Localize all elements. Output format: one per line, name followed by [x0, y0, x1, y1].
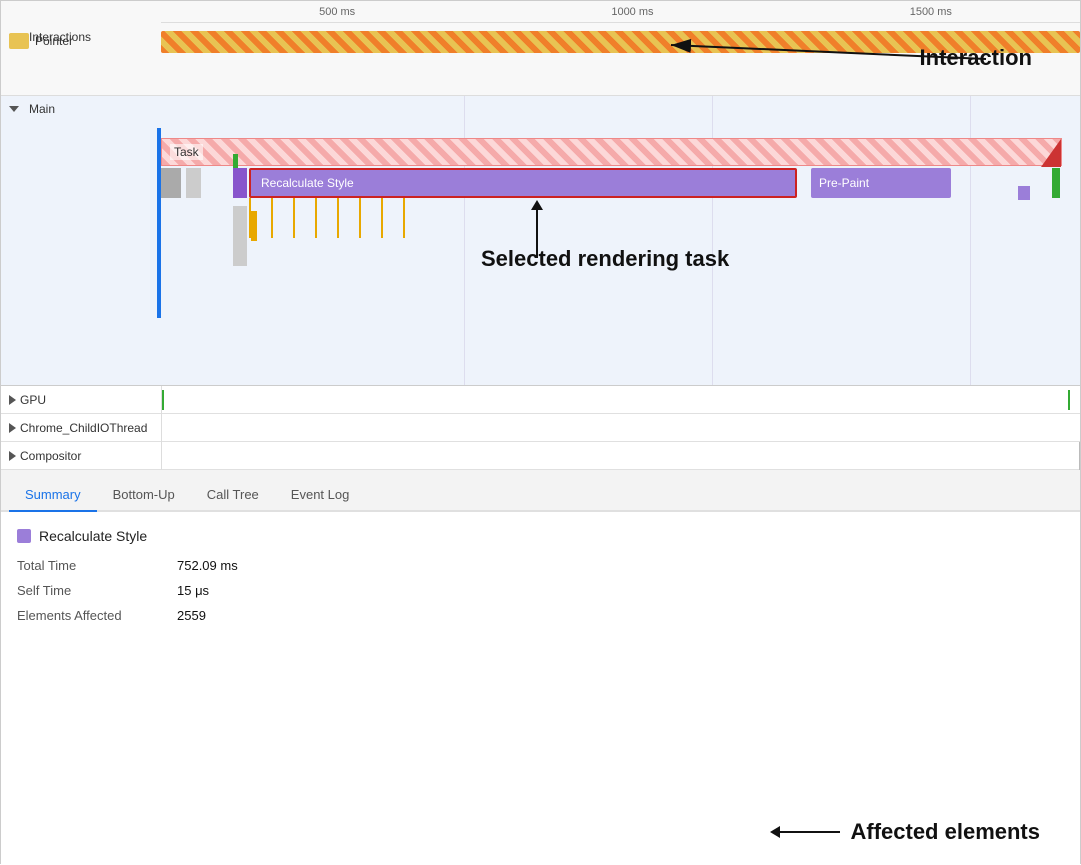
- tab-summary[interactable]: Summary: [9, 479, 97, 512]
- gpu-track-row: GPU: [1, 386, 1080, 414]
- yellow-lines-group: [249, 198, 799, 248]
- elements-affected-row: Elements Affected 2559 Affected elements: [17, 608, 1064, 623]
- small-green-block: [233, 154, 238, 168]
- elements-affected-label: Elements Affected: [17, 608, 177, 623]
- gpu-track-label: GPU: [1, 393, 161, 407]
- affected-annotation-text: Affected elements: [850, 819, 1040, 845]
- left-orange-block: [251, 211, 257, 241]
- total-time-label: Total Time: [17, 558, 177, 573]
- compositor-track-row: Compositor: [1, 442, 1080, 470]
- right-green-block: [1052, 168, 1060, 198]
- interactions-section: 500 ms 1000 ms 1500 ms Interactions Poin…: [1, 1, 1080, 96]
- y-line-8: [403, 198, 405, 238]
- elements-affected-value: 2559: [177, 608, 206, 623]
- y-line-3: [293, 198, 295, 238]
- chrome-child-track-row: Chrome_ChildIOThread: [1, 414, 1080, 442]
- small-gray-block-2: [186, 168, 201, 198]
- tab-call-tree[interactable]: Call Tree: [191, 479, 275, 512]
- main-header: Main: [1, 96, 1080, 122]
- summary-panel: Recalculate Style Total Time 752.09 ms S…: [1, 512, 1080, 865]
- recalculate-label: Recalculate Style: [261, 176, 354, 190]
- gpu-expand-icon[interactable]: [9, 395, 16, 405]
- task-label: Task: [170, 144, 203, 160]
- prepaint-bar[interactable]: Pre-Paint: [811, 168, 951, 198]
- pointer-label: Pointer: [35, 34, 73, 48]
- tab-bottom-up[interactable]: Bottom-Up: [97, 479, 191, 512]
- y-line-6: [359, 198, 361, 238]
- affected-arrow-head: [770, 826, 780, 838]
- self-time-label: Self Time: [17, 583, 177, 598]
- task-bar[interactable]: Task: [161, 138, 1062, 166]
- prepaint-label: Pre-Paint: [819, 176, 869, 190]
- self-time-row: Self Time 15 μs: [17, 583, 1064, 598]
- tab-event-log[interactable]: Event Log: [275, 479, 366, 512]
- affected-arrow: [770, 826, 840, 838]
- right-purple-block: [1018, 186, 1030, 200]
- small-gray-block-1: [161, 168, 181, 198]
- ruler-mark-1500: 1500 ms: [910, 6, 952, 18]
- compositor-label: Compositor: [20, 449, 81, 463]
- main-label: Main: [29, 102, 55, 116]
- chrome-child-timeline: [161, 414, 1080, 442]
- chrome-child-track-label: Chrome_ChildIOThread: [1, 421, 161, 435]
- arrow-up-head: [531, 200, 543, 210]
- gpu-label: GPU: [20, 393, 46, 407]
- left-small-gray-block: [233, 206, 247, 266]
- small-purple-block: [233, 168, 247, 198]
- tabs-bar: Summary Bottom-Up Call Tree Event Log: [1, 470, 1080, 512]
- compositor-timeline: [161, 442, 1080, 470]
- main-section: Main Task Recalculate Style Pre-Paint Se…: [1, 96, 1080, 386]
- recalculate-style-bar[interactable]: Recalculate Style: [249, 168, 797, 198]
- selected-rendering-annotation: Selected rendering task: [481, 246, 729, 272]
- y-line-5: [337, 198, 339, 238]
- main-collapse-icon[interactable]: [9, 106, 19, 112]
- total-time-value: 752.09 ms: [177, 558, 238, 573]
- compositor-track-label: Compositor: [1, 449, 161, 463]
- summary-title: Recalculate Style: [17, 528, 1064, 544]
- compositor-expand-icon[interactable]: [9, 451, 16, 461]
- pointer-color-indicator: [9, 33, 29, 49]
- chrome-child-label: Chrome_ChildIOThread: [20, 421, 147, 435]
- ruler-mark-1000: 1000 ms: [611, 6, 653, 18]
- ruler-mark-500: 500 ms: [319, 6, 355, 18]
- interaction-annotation-label: Interaction: [920, 45, 1032, 71]
- gpu-timeline: [161, 386, 1080, 414]
- y-line-4: [315, 198, 317, 238]
- summary-title-text: Recalculate Style: [39, 528, 147, 544]
- y-line-2: [271, 198, 273, 238]
- gpu-green-left: [162, 390, 164, 410]
- gpu-green-right: [1068, 390, 1070, 410]
- affected-arrow-line: [780, 831, 840, 833]
- y-line-7: [381, 198, 383, 238]
- chrome-expand-icon[interactable]: [9, 423, 16, 433]
- recalculate-color-icon: [17, 529, 31, 543]
- self-time-value: 15 μs: [177, 583, 209, 598]
- total-time-row: Total Time 752.09 ms: [17, 558, 1064, 573]
